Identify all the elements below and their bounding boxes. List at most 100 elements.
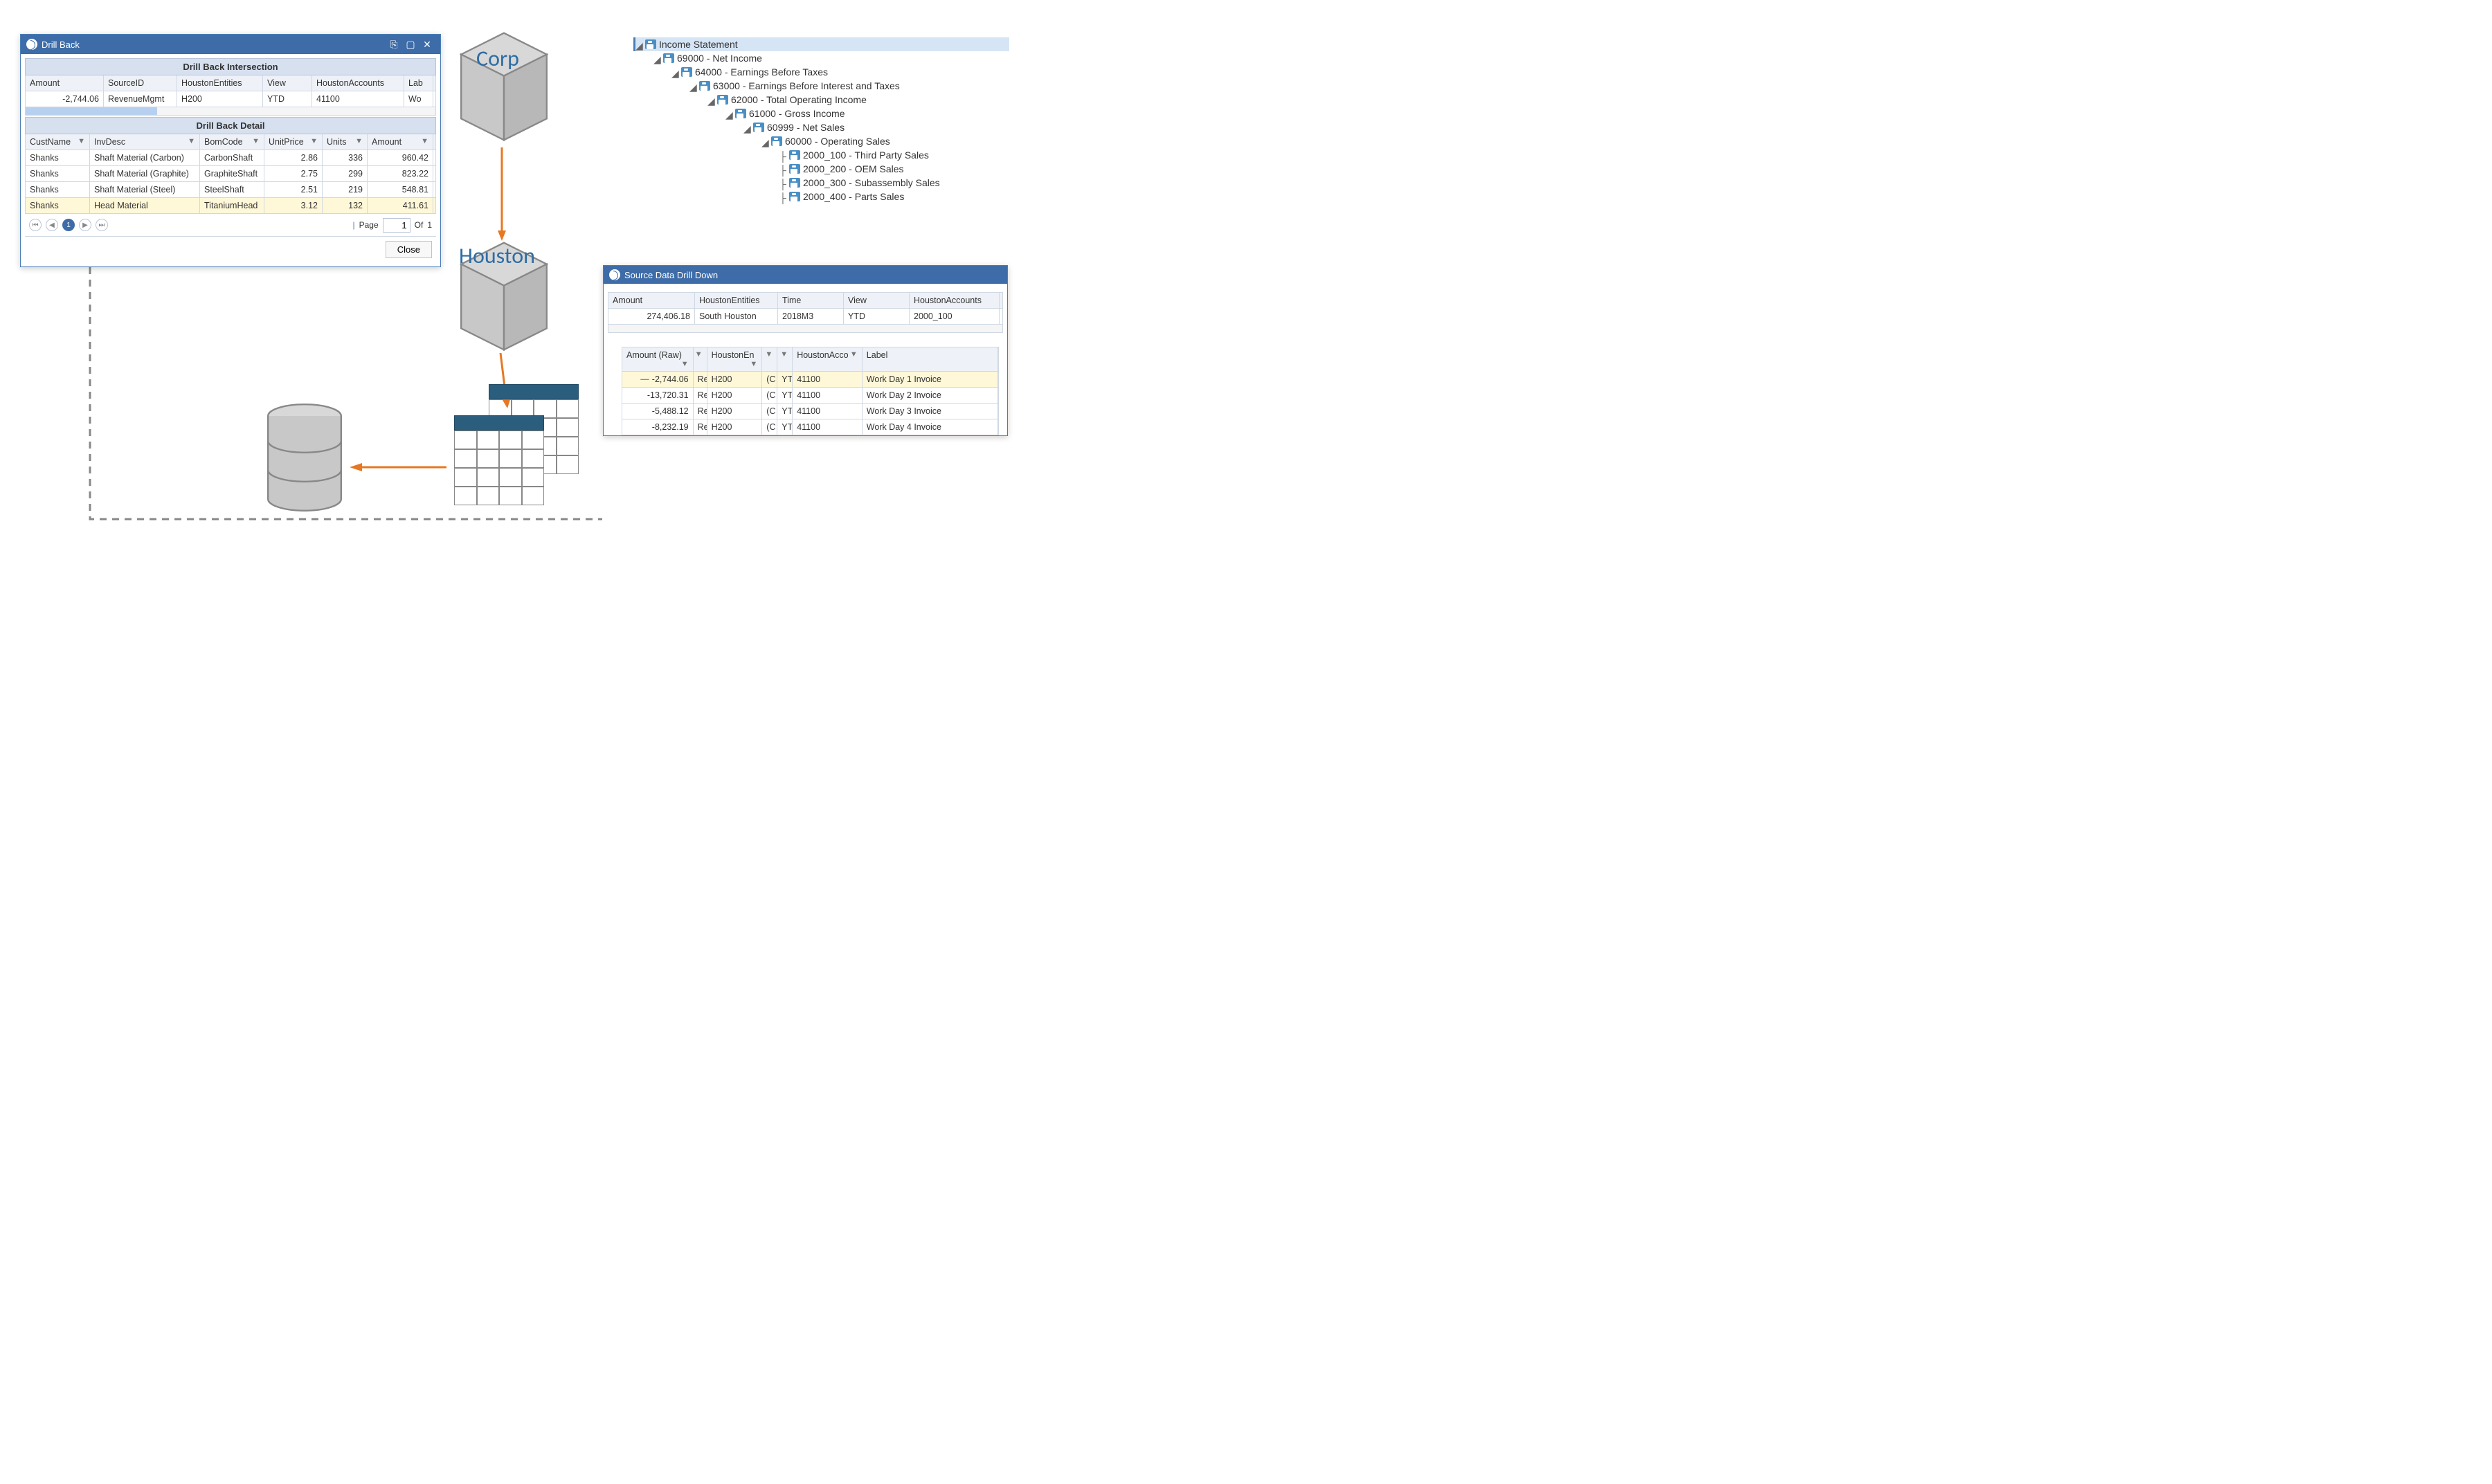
dd-hscroll[interactable] xyxy=(608,325,1003,333)
filter-icon[interactable]: ▼ xyxy=(355,137,363,145)
tree-collapse-icon[interactable]: ◢ xyxy=(743,123,752,132)
dd-col-accounts[interactable]: HoustonAccounts xyxy=(910,293,1000,308)
ncell-m1: Re xyxy=(694,419,707,435)
pin-button[interactable]: ⎘ xyxy=(386,38,401,51)
filter-icon[interactable]: ▼ xyxy=(681,360,689,368)
cell-price: 2.75 xyxy=(264,166,323,181)
tree-item[interactable]: ◢69000 - Net Income xyxy=(635,51,1009,65)
filter-icon[interactable]: ▼ xyxy=(310,137,318,145)
filter-icon[interactable]: ▼ xyxy=(188,137,195,145)
tree-item[interactable]: ◢ 64000 - Earnings Before Taxes xyxy=(635,65,1009,79)
detail-row[interactable]: ShanksShaft Material (Graphite)GraphiteS… xyxy=(25,166,436,182)
drill-down-top-row[interactable]: 274,406.18 South Houston 2018M3 YTD 2000… xyxy=(608,309,1003,325)
close-x-button[interactable]: ✕ xyxy=(419,38,435,51)
ncol-amount[interactable]: Amount (Raw)▼ xyxy=(622,347,694,371)
intersection-hscroll[interactable] xyxy=(25,107,436,116)
ncell-ent: H200 xyxy=(707,388,763,403)
filter-icon[interactable]: ▼ xyxy=(252,137,260,145)
col-units[interactable]: Units▼ xyxy=(323,134,368,150)
dd-col-entities[interactable]: HoustonEntities xyxy=(695,293,778,308)
filter-icon[interactable]: ▼ xyxy=(695,350,703,359)
filter-icon[interactable]: ▼ xyxy=(850,350,858,359)
maximize-button[interactable]: ▢ xyxy=(403,38,418,51)
ncell-amount: -13,720.31 xyxy=(622,388,694,403)
ncol-mini3[interactable]: ▼ xyxy=(777,347,793,371)
col-sourceid[interactable]: SourceID xyxy=(104,75,177,91)
ncell-acc: 41100 xyxy=(793,372,863,387)
account-icon xyxy=(645,39,656,49)
tree-item[interactable]: ├2000_100 - Third Party Sales xyxy=(635,148,1009,162)
tree-collapse-icon[interactable]: ◢ xyxy=(671,68,680,76)
filter-icon[interactable]: ▼ xyxy=(780,350,788,359)
ncol-mini1[interactable]: ▼ xyxy=(694,347,707,371)
drill-back-titlebar[interactable]: Drill Back ⎘ ▢ ✕ xyxy=(21,35,440,54)
pager-first-button[interactable]: ⏮ xyxy=(29,219,42,231)
col-label[interactable]: Lab xyxy=(404,75,433,91)
tree-label: 64000 - Earnings Before Taxes xyxy=(695,66,828,78)
nested-row[interactable]: -8,232.19ReH200(CYT41100Work Day 4 Invoi… xyxy=(622,419,999,435)
ncell-amount: —-2,744.06 xyxy=(622,372,694,387)
close-button[interactable]: Close xyxy=(386,241,432,258)
collapse-icon[interactable]: — xyxy=(640,374,649,384)
cube-houston-label: Houston xyxy=(459,242,535,269)
tree-collapse-icon[interactable]: ◢ xyxy=(689,82,698,90)
col-amount[interactable]: Amount xyxy=(26,75,104,91)
intersection-row[interactable]: -2,744.06 RevenueMgmt H200 YTD 41100 Wo xyxy=(25,91,436,107)
tree-item[interactable]: ├2000_300 - Subassembly Sales xyxy=(635,176,1009,190)
page-label: Page xyxy=(359,220,379,230)
ncol-acc[interactable]: HoustonAcco▼ xyxy=(793,347,863,371)
col-accounts[interactable]: HoustonAccounts xyxy=(312,75,404,91)
ncol-ent[interactable]: HoustonEn▼ xyxy=(707,347,763,371)
tree-item[interactable]: ◢Income Statement xyxy=(633,37,1009,51)
tree-collapse-icon[interactable]: ◢ xyxy=(635,40,644,48)
tree-item[interactable]: ◢60999 - Net Sales xyxy=(635,120,1009,134)
drill-down-titlebar[interactable]: Source Data Drill Down xyxy=(604,266,1007,284)
col-bomcode[interactable]: BomCode▼ xyxy=(200,134,264,150)
nested-row[interactable]: -5,488.12ReH200(CYT41100Work Day 3 Invoi… xyxy=(622,404,999,419)
tree-item[interactable]: ├2000_400 - Parts Sales xyxy=(635,190,1009,203)
tree-item[interactable]: ├2000_200 - OEM Sales xyxy=(635,162,1009,176)
col-amount2[interactable]: Amount▼ xyxy=(368,134,433,150)
dd-col-view[interactable]: View xyxy=(844,293,910,308)
cell-cust: Shanks xyxy=(26,182,90,197)
dd-col-time[interactable]: Time xyxy=(778,293,844,308)
col-unitprice[interactable]: UnitPrice▼ xyxy=(264,134,323,150)
arrow-table-to-db xyxy=(350,460,446,474)
ncol-label[interactable]: Label xyxy=(863,347,998,371)
pager-prev-button[interactable]: ◀ xyxy=(46,219,58,231)
tree-collapse-icon[interactable]: ◢ xyxy=(653,54,662,62)
page-input[interactable] xyxy=(383,218,410,233)
tree-collapse-icon[interactable]: ◢ xyxy=(725,109,734,118)
detail-row[interactable]: ShanksHead MaterialTitaniumHead3.1213241… xyxy=(25,198,436,214)
nested-row[interactable]: —-2,744.06ReH200(CYT41100Work Day 1 Invo… xyxy=(622,372,999,388)
detail-row[interactable]: ShanksShaft Material (Carbon)CarbonShaft… xyxy=(25,150,436,166)
tree-item[interactable]: ◢61000 - Gross Income xyxy=(635,107,1009,120)
col-invdesc[interactable]: InvDesc▼ xyxy=(90,134,200,150)
detail-row[interactable]: ShanksShaft Material (Steel)SteelShaft2.… xyxy=(25,182,436,198)
drill-back-title: Drill Back xyxy=(42,39,80,50)
tree-item[interactable]: ◢63000 - Earnings Before Interest and Ta… xyxy=(635,79,1009,93)
tree-collapse-icon[interactable]: ◢ xyxy=(761,137,770,145)
ncol-mini2[interactable]: ▼ xyxy=(762,347,777,371)
filter-icon[interactable]: ▼ xyxy=(750,360,757,368)
filter-icon[interactable]: ▼ xyxy=(421,137,428,145)
cell-units: 132 xyxy=(323,198,368,213)
nested-header: Amount (Raw)▼ ▼ HoustonEn▼ ▼ ▼ HoustonAc… xyxy=(622,347,999,372)
col-custname[interactable]: CustName▼ xyxy=(26,134,90,150)
account-icon xyxy=(735,109,746,118)
col-view[interactable]: View xyxy=(263,75,312,91)
pager-page-1[interactable]: 1 xyxy=(62,219,75,231)
tree-item[interactable]: ◢60000 - Operating Sales xyxy=(635,134,1009,148)
dd-col-amount[interactable]: Amount xyxy=(608,293,695,308)
tree-item[interactable]: ◢62000 - Total Operating Income xyxy=(635,93,1009,107)
intersection-grid-header: Amount SourceID HoustonEntities View Hou… xyxy=(25,75,436,91)
filter-icon[interactable]: ▼ xyxy=(78,137,85,145)
ncell-amount: -5,488.12 xyxy=(622,404,694,419)
ncell-m3: YT xyxy=(777,404,793,419)
nested-row[interactable]: -13,720.31ReH200(CYT41100Work Day 2 Invo… xyxy=(622,388,999,404)
pager-last-button[interactable]: ⏭ xyxy=(96,219,108,231)
tree-collapse-icon[interactable]: ◢ xyxy=(707,96,716,104)
filter-icon[interactable]: ▼ xyxy=(765,350,773,359)
col-entities[interactable]: HoustonEntities xyxy=(177,75,263,91)
pager-next-button[interactable]: ▶ xyxy=(79,219,91,231)
